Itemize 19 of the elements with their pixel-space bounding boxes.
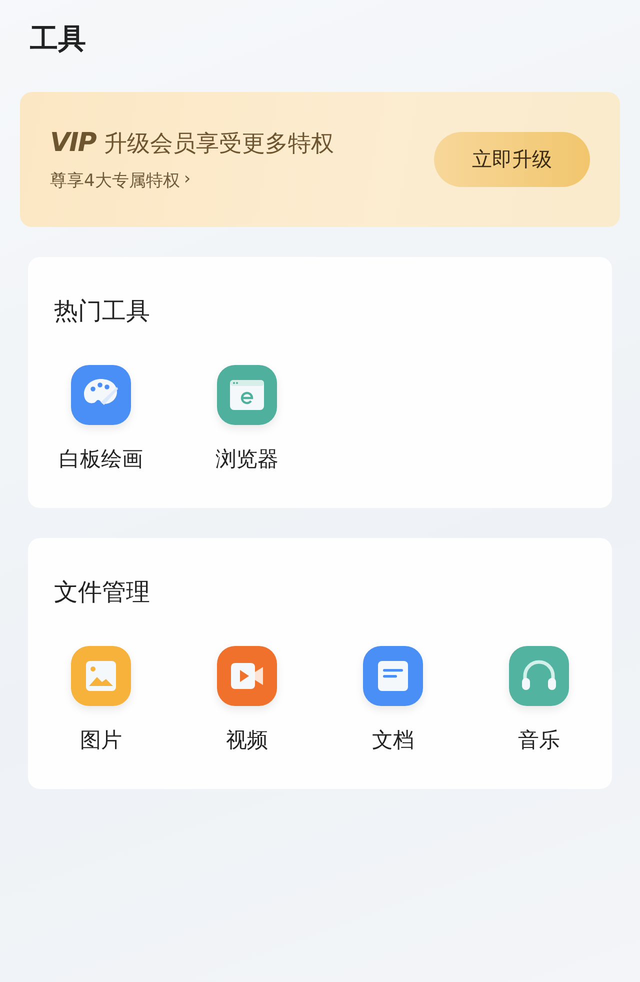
tool-label[interactable]: 文档 bbox=[372, 726, 414, 754]
palette-icon[interactable] bbox=[71, 365, 131, 425]
section-title: 热门工具 bbox=[53, 296, 151, 327]
page-title: 工具 bbox=[29, 21, 87, 57]
tool-label[interactable]: 白板绘画 bbox=[59, 445, 143, 473]
banner-headline: 升级会员享受更多特权 bbox=[104, 130, 334, 158]
privileges-link[interactable]: 尊享4大专属特权 › bbox=[50, 168, 334, 192]
section-title: 文件管理 bbox=[53, 577, 151, 608]
tool-label[interactable]: 图片 bbox=[80, 726, 122, 754]
video-icon[interactable] bbox=[217, 646, 277, 706]
tool-label[interactable]: 音乐 bbox=[518, 726, 560, 754]
image-icon[interactable] bbox=[71, 646, 131, 706]
upgrade-button[interactable]: 立即升级 bbox=[434, 132, 590, 187]
vip-logo: VIP bbox=[50, 128, 96, 158]
browser-icon[interactable] bbox=[217, 365, 277, 425]
document-icon[interactable] bbox=[363, 646, 423, 706]
tool-label[interactable]: 视频 bbox=[226, 726, 268, 754]
tool-label[interactable]: 浏览器 bbox=[216, 445, 278, 473]
headphones-icon[interactable] bbox=[509, 646, 569, 706]
